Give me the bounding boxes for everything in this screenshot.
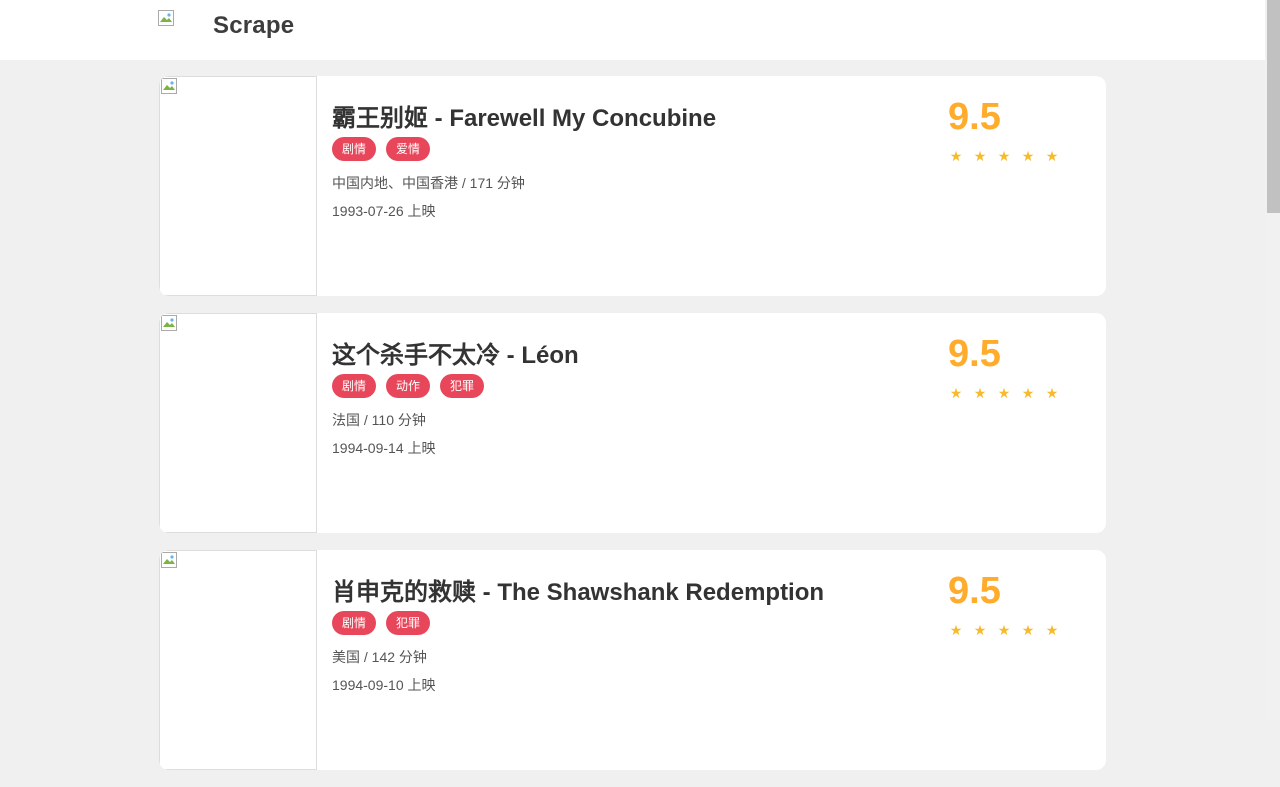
star-rating: ★ ★ ★ ★ ★	[949, 622, 1059, 638]
genre-tag: 剧情	[332, 137, 377, 161]
movie-cover[interactable]	[159, 313, 317, 533]
movie-score: 9.5	[948, 570, 1001, 612]
broken-image-icon	[161, 315, 177, 331]
movie-release-date: 1993-07-26 上映	[332, 203, 436, 219]
genre-tags: 剧情 犯罪	[332, 611, 431, 635]
movie-score: 9.5	[948, 333, 1001, 375]
star-rating: ★ ★ ★ ★ ★	[949, 385, 1059, 401]
star-icon: ★	[949, 385, 963, 401]
movie-card: 这个杀手不太冷 - Léon 剧情 动作 犯罪 法国 / 110 分钟 1994…	[159, 313, 1106, 533]
genre-tag: 犯罪	[440, 374, 485, 398]
movie-title-link[interactable]: 肖申克的救赎 - The Shawshank Redemption	[332, 572, 824, 607]
movie-title-link[interactable]: 霸王别姬 - Farewell My Concubine	[332, 98, 716, 133]
genre-tag: 犯罪	[386, 611, 431, 635]
genre-tags: 剧情 动作 犯罪	[332, 374, 485, 398]
star-icon: ★	[973, 385, 987, 401]
movie-cover[interactable]	[159, 76, 317, 296]
site-title[interactable]: Scrape	[213, 12, 294, 40]
star-icon: ★	[1021, 148, 1035, 164]
star-icon: ★	[997, 622, 1011, 638]
broken-image-icon	[161, 552, 177, 568]
movie-score: 9.5	[948, 96, 1001, 138]
genre-tag: 爱情	[386, 137, 431, 161]
star-rating: ★ ★ ★ ★ ★	[949, 148, 1059, 164]
star-icon: ★	[1045, 385, 1059, 401]
movie-release-date: 1994-09-14 上映	[332, 440, 436, 456]
star-icon: ★	[1021, 385, 1035, 401]
star-icon: ★	[1021, 622, 1035, 638]
movie-cover[interactable]	[159, 550, 317, 770]
star-icon: ★	[973, 622, 987, 638]
scrollbar-thumb[interactable]	[1267, 0, 1280, 213]
star-icon: ★	[949, 148, 963, 164]
vertical-scrollbar[interactable]	[1265, 0, 1280, 720]
site-header: Scrape	[0, 0, 1265, 60]
star-icon: ★	[997, 148, 1011, 164]
movie-region-duration: 法国 / 110 分钟	[332, 412, 426, 428]
movie-card: 霸王别姬 - Farewell My Concubine 剧情 爱情 中国内地、…	[159, 76, 1106, 296]
movie-release-date: 1994-09-10 上映	[332, 677, 436, 693]
star-icon: ★	[1045, 148, 1059, 164]
genre-tag: 剧情	[332, 374, 377, 398]
star-icon: ★	[1045, 622, 1059, 638]
movie-region-duration: 中国内地、中国香港 / 171 分钟	[332, 175, 525, 191]
broken-image-icon[interactable]	[158, 10, 174, 26]
star-icon: ★	[997, 385, 1011, 401]
genre-tag: 剧情	[332, 611, 377, 635]
movie-list: 霸王别姬 - Farewell My Concubine 剧情 爱情 中国内地、…	[159, 76, 1106, 787]
movie-card: 肖申克的救赎 - The Shawshank Redemption 剧情 犯罪 …	[159, 550, 1106, 770]
star-icon: ★	[949, 622, 963, 638]
movie-region-duration: 美国 / 142 分钟	[332, 649, 427, 665]
star-icon: ★	[973, 148, 987, 164]
genre-tags: 剧情 爱情	[332, 137, 431, 161]
movie-title-link[interactable]: 这个杀手不太冷 - Léon	[332, 335, 579, 370]
genre-tag: 动作	[386, 374, 431, 398]
broken-image-icon	[161, 78, 177, 94]
